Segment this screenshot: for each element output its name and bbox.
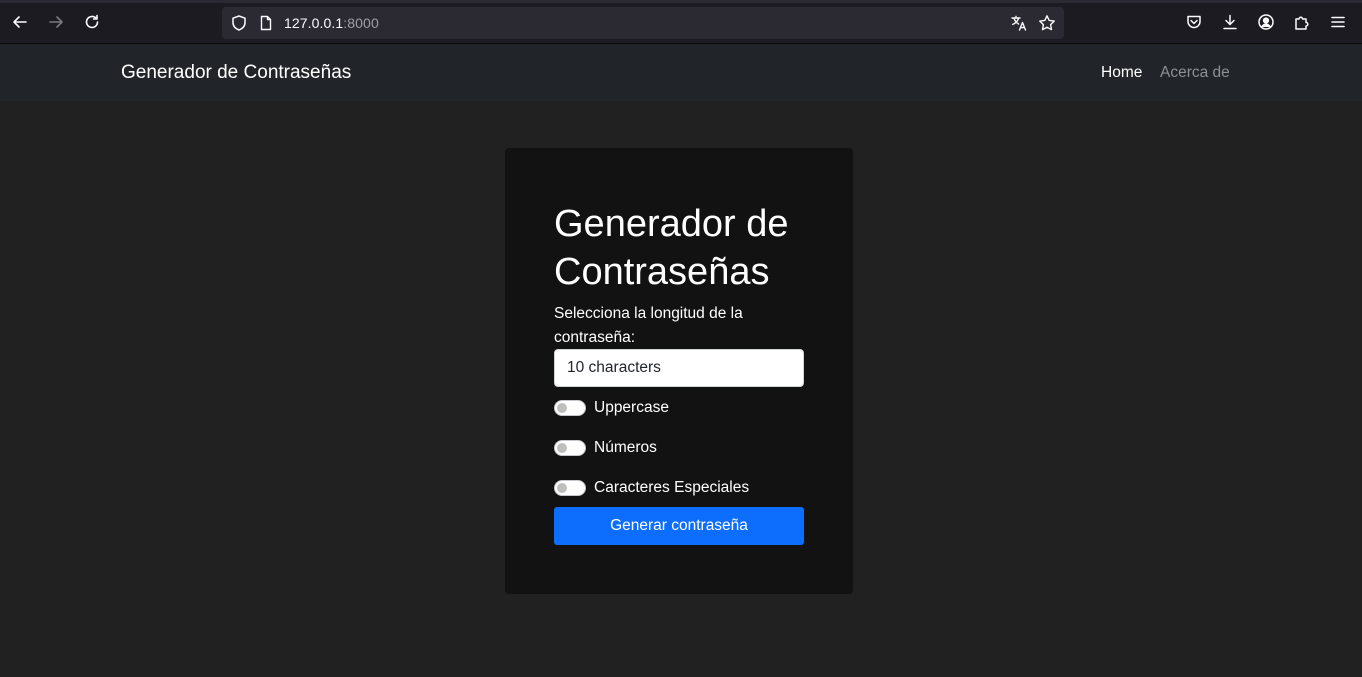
length-label: Selecciona la longitud de la contraseña: bbox=[554, 305, 743, 346]
puzzle-icon bbox=[1295, 16, 1309, 30]
generator-card: Generador de Contraseñas Selecciona la l… bbox=[505, 148, 853, 594]
nav-link-home[interactable]: Home bbox=[1101, 64, 1142, 82]
url-host: 127.0.0.1 bbox=[284, 15, 344, 31]
browser-toolbar: 127.0.0.1:8000 bbox=[0, 0, 1362, 44]
shield-icon[interactable] bbox=[230, 14, 248, 32]
uppercase-option[interactable]: Uppercase bbox=[554, 396, 669, 420]
numbers-option[interactable]: Números bbox=[554, 436, 657, 460]
pocket-button[interactable] bbox=[1182, 10, 1206, 34]
toggle-knob bbox=[557, 443, 567, 453]
toggle-knob bbox=[557, 483, 567, 493]
uppercase-label: Uppercase bbox=[594, 399, 669, 416]
page-title: Generador de Contraseñas bbox=[554, 203, 789, 293]
arrow-right-icon bbox=[49, 16, 63, 28]
toggle-knob bbox=[557, 403, 567, 413]
pocket-icon bbox=[1187, 15, 1201, 29]
account-icon bbox=[1258, 14, 1274, 30]
numbers-toggle[interactable] bbox=[554, 440, 586, 456]
url-port: :8000 bbox=[343, 15, 379, 31]
length-select[interactable]: 10 characters bbox=[554, 349, 804, 387]
translate-icon[interactable] bbox=[1010, 14, 1028, 32]
forward-button[interactable] bbox=[44, 10, 68, 34]
address-bar[interactable]: 127.0.0.1:8000 bbox=[222, 7, 1064, 39]
back-button[interactable] bbox=[8, 10, 32, 34]
page-icon bbox=[260, 15, 272, 31]
hamburger-icon bbox=[1331, 16, 1345, 28]
site-navbar: Generador de Contraseñas Home Acerca de bbox=[0, 45, 1362, 101]
special-chars-option[interactable]: Caracteres Especiales bbox=[554, 476, 749, 500]
bookmark-star-icon[interactable] bbox=[1038, 14, 1056, 32]
special-chars-label: Caracteres Especiales bbox=[594, 479, 750, 496]
extensions-button[interactable] bbox=[1290, 10, 1314, 34]
account-button[interactable] bbox=[1254, 10, 1278, 34]
reload-icon bbox=[85, 14, 99, 29]
menu-button[interactable] bbox=[1326, 10, 1350, 34]
url-text[interactable]: 127.0.0.1:8000 bbox=[284, 15, 379, 31]
nav-link-about[interactable]: Acerca de bbox=[1160, 64, 1230, 82]
special-chars-toggle[interactable] bbox=[554, 480, 586, 496]
uppercase-toggle[interactable] bbox=[554, 400, 586, 416]
navbar-brand[interactable]: Generador de Contraseñas bbox=[121, 62, 351, 84]
generate-password-button[interactable]: Generar contraseña bbox=[554, 507, 804, 545]
numbers-label: Números bbox=[594, 439, 657, 456]
download-icon bbox=[1223, 14, 1237, 30]
reload-button[interactable] bbox=[80, 10, 104, 34]
downloads-button[interactable] bbox=[1218, 10, 1242, 34]
arrow-left-icon bbox=[13, 16, 27, 28]
tab-strip-edge bbox=[0, 0, 1362, 3]
